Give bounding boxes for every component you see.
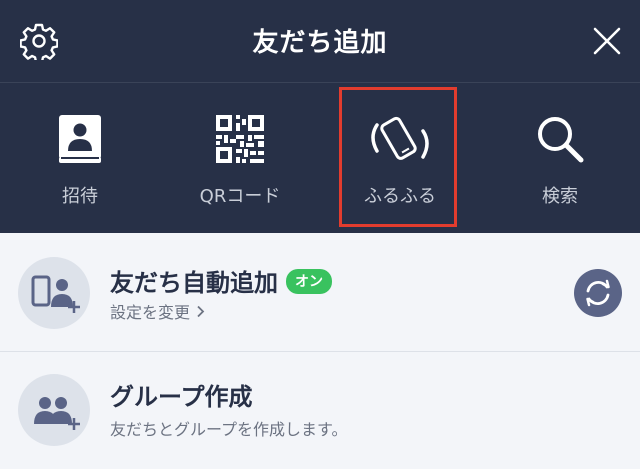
create-group-subtitle: 友だちとグループを作成します。: [110, 420, 348, 439]
header-bar: 友だち追加: [0, 0, 640, 82]
qr-code-icon: [214, 113, 266, 169]
shake-phone-icon: [365, 113, 435, 173]
close-icon[interactable]: [590, 24, 624, 58]
shake-button[interactable]: ふるふる: [320, 83, 480, 233]
auto-add-title: 友だち自動追加 オン: [110, 263, 332, 298]
sync-button[interactable]: [574, 269, 622, 317]
search-button[interactable]: 検索: [480, 83, 640, 233]
page-title: 友だち追加: [252, 28, 388, 58]
group-add-icon: [34, 397, 80, 430]
qr-code-label: QRコード: [199, 186, 281, 207]
refresh-icon: [586, 279, 610, 307]
chevron-right-icon: [196, 303, 205, 322]
status-badge: オン: [286, 268, 332, 294]
search-label: 検索: [542, 186, 578, 207]
auto-add-row[interactable]: 友だち自動追加 オン 設定を変更: [0, 233, 640, 351]
phone-contacts-icon: [31, 275, 80, 313]
create-group-row[interactable]: グループ作成 友だちとグループを作成します。: [0, 352, 640, 469]
create-group-title: グループ作成: [110, 383, 253, 411]
shake-label: ふるふる: [364, 186, 436, 207]
address-book-icon: [56, 113, 104, 169]
auto-add-title-text: 友だち自動追加: [110, 269, 278, 297]
invite-label: 招待: [62, 186, 98, 207]
create-group-avatar: [18, 374, 90, 446]
add-method-toolbar: 招待 QRコード ふるふる 検索: [0, 83, 640, 233]
auto-add-avatar: [18, 257, 90, 329]
change-settings-link[interactable]: 設定を変更: [110, 299, 205, 323]
invite-button[interactable]: 招待: [0, 83, 160, 233]
change-settings-text: 設定を変更: [110, 303, 191, 322]
qr-code-button[interactable]: QRコード: [160, 83, 320, 233]
search-icon: [534, 113, 586, 169]
